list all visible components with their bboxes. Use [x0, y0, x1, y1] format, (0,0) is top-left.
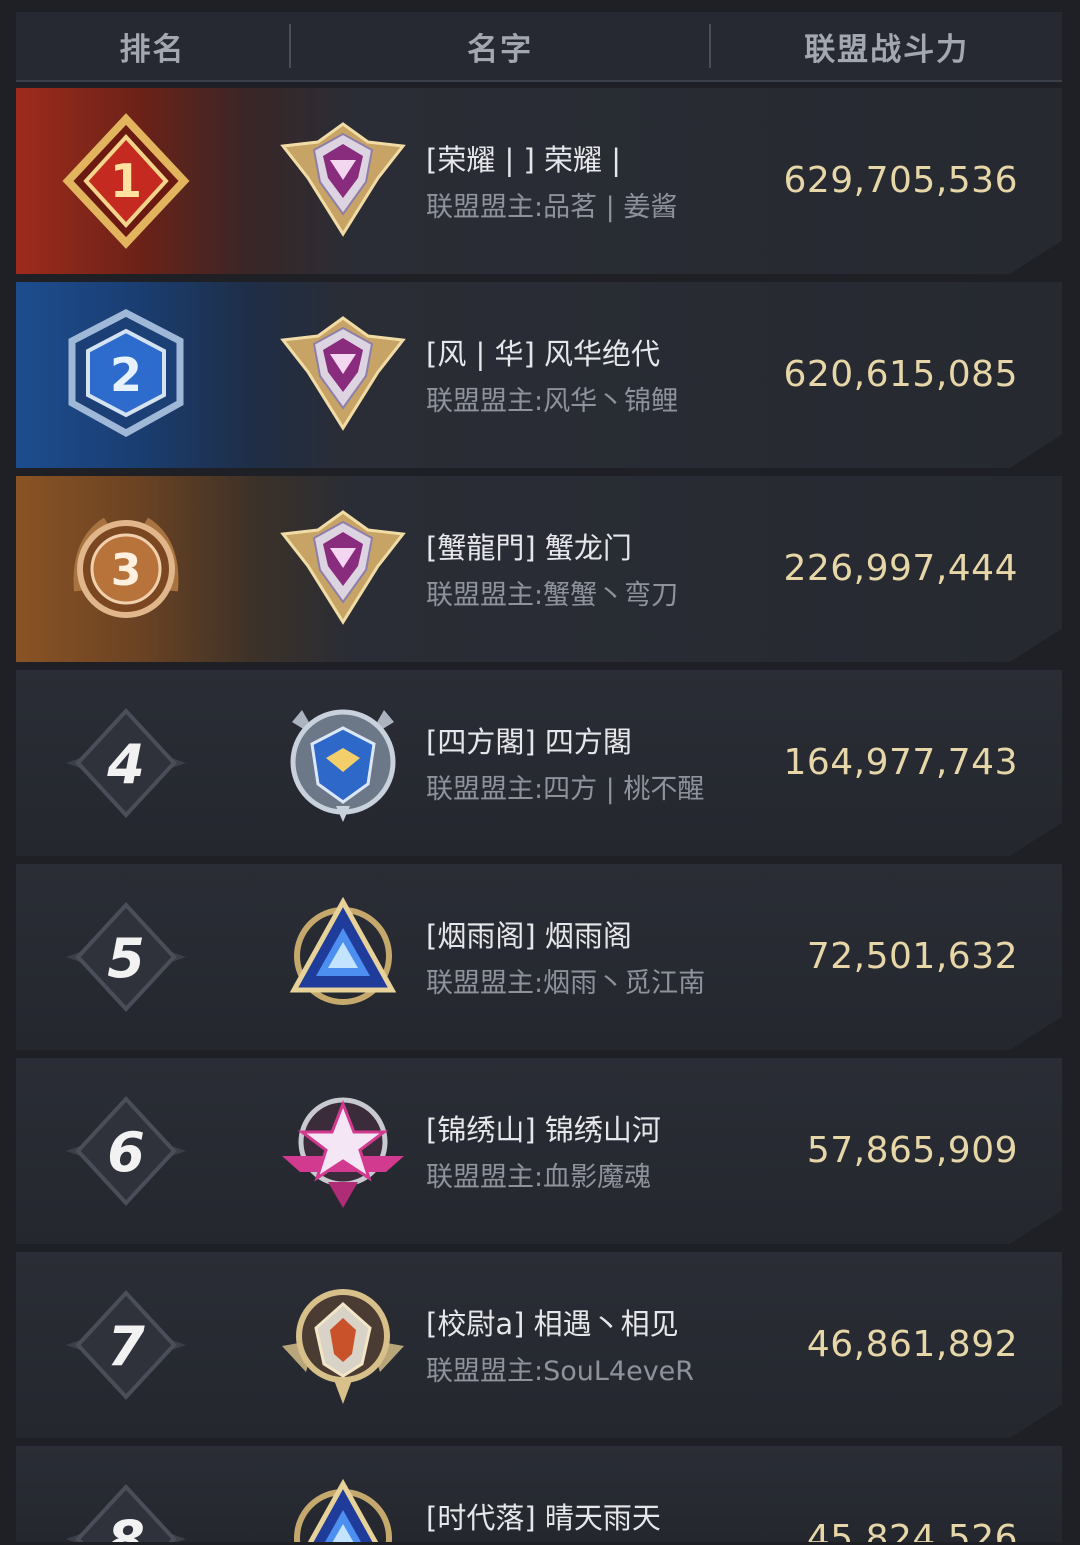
table-row[interactable]: 2 [风 | 华] 风华绝代 联盟盟主:风华丶锦鲤 620,615,085 [16, 282, 1062, 468]
table-row[interactable]: 1 [荣耀 | ] 荣耀 | 联盟盟主:品茗 | 姜酱 629,705,536 [16, 88, 1062, 274]
alliance-name: [时代落] 晴天雨天 [426, 1501, 661, 1535]
alliance-name: [风 | 华] 风华绝代 [426, 337, 661, 371]
rank-number: 8 [107, 1509, 145, 1542]
alliance-leader: 联盟盟主:蟹蟹丶弯刀 [426, 580, 679, 611]
rank-7-badge-icon: 7 [56, 1275, 196, 1415]
wolf-crest-icon [278, 1280, 408, 1410]
alliance-power: 620,615,085 [783, 354, 1018, 395]
name-column-header[interactable]: 名字 [291, 12, 709, 80]
rank-number: 5 [107, 927, 145, 990]
diamond-crest-icon [278, 310, 408, 440]
alliance-power: 57,865,909 [806, 1130, 1018, 1171]
diamond-crest-icon [278, 504, 408, 634]
alliance-leader: 联盟盟主:四方 | 桃不醒 [426, 774, 705, 805]
alliance-name: [荣耀 | ] 荣耀 | [426, 143, 622, 177]
alliance-name: [烟雨阁] 烟雨阁 [426, 919, 632, 953]
rank-number: 2 [110, 348, 142, 402]
alliance-info: [蟹龍門] 蟹龙门 联盟盟主:蟹蟹丶弯刀 [426, 528, 786, 616]
rank-8-badge-icon: 8 [56, 1469, 196, 1542]
alliance-leader: 联盟盟主:风华丶锦鲤 [426, 386, 679, 417]
table-row[interactable]: 3 [蟹龍門] 蟹龙门 联盟盟主:蟹蟹丶弯刀 226,997,444 [16, 476, 1062, 662]
alliance-info: [校尉a] 相遇丶相见 联盟盟主:SouL4eveR [426, 1304, 786, 1392]
table-row[interactable]: 6 [锦绣山] 锦绣山河 联盟盟主:血影魔魂 57,865,909 [16, 1058, 1062, 1244]
blue-triangle-crest-icon [278, 892, 408, 1022]
table-row[interactable]: 4 [四方閣] 四方閣 联盟盟主:四方 | 桃不醒 164,977,743 [16, 670, 1062, 856]
rank-1-medal-icon: 1 [56, 111, 196, 251]
alliance-power: 72,501,632 [806, 936, 1018, 977]
rank-5-badge-icon: 5 [56, 887, 196, 1027]
alliance-leader: 联盟盟主:品茗 | 姜酱 [426, 192, 678, 223]
blue-triangle-crest-icon [278, 1474, 408, 1542]
power-column-header[interactable]: 联盟战斗力 [711, 12, 1062, 80]
rank-number: 3 [111, 545, 142, 596]
rank-2-medal-icon: 2 [56, 305, 196, 445]
alliance-info: [时代落] 晴天雨天 [426, 1498, 786, 1538]
alliance-name: [锦绣山] 锦绣山河 [426, 1113, 661, 1147]
alliance-power: 45,824,526 [806, 1518, 1018, 1542]
rank-column-header[interactable]: 排名 [16, 12, 289, 80]
alliance-power: 164,977,743 [783, 742, 1018, 783]
diamond-crest-icon [278, 116, 408, 246]
pink-star-crest-icon [278, 1086, 408, 1216]
rank-6-badge-icon: 6 [56, 1081, 196, 1221]
table-header: 排名 名字 联盟战斗力 [16, 12, 1062, 82]
alliance-info: [烟雨阁] 烟雨阁 联盟盟主:烟雨丶觅江南 [426, 916, 786, 1004]
rank-4-badge-icon: 4 [56, 693, 196, 833]
table-row[interactable]: 7 [校尉a] 相遇丶相见 联盟盟主:SouL4eveR 46,861,892 [16, 1252, 1062, 1438]
blue-shield-crest-icon [278, 698, 408, 828]
alliance-leaderboard: 排名 名字 联盟战斗力 1 [荣耀 |] 荣耀 | 联盟盟主:品茗 | 姜酱 … [0, 0, 1080, 1545]
alliance-info: [四方閣] 四方閣 联盟盟主:四方 | 桃不醒 [426, 722, 786, 810]
alliance-power: 46,861,892 [806, 1324, 1018, 1365]
alliance-power: 629,705,536 [783, 160, 1018, 201]
alliance-leader: 联盟盟主:血影魔魂 [426, 1162, 652, 1193]
rank-number: 6 [107, 1121, 145, 1184]
alliance-name: [校尉a] 相遇丶相见 [426, 1307, 679, 1341]
table-row[interactable]: 8 [时代落] 晴天雨天 45,824,526 [16, 1446, 1062, 1542]
leaderboard-list: 1 [荣耀 | ] 荣耀 | 联盟盟主:品茗 | 姜酱 629,705,536 [16, 88, 1062, 1545]
alliance-leader: 联盟盟主:烟雨丶觅江南 [426, 968, 706, 999]
alliance-info: [锦绣山] 锦绣山河 联盟盟主:血影魔魂 [426, 1110, 786, 1198]
alliance-info: [风 | 华] 风华绝代 联盟盟主:风华丶锦鲤 [426, 334, 786, 422]
alliance-name: [蟹龍門] 蟹龙门 [426, 531, 632, 565]
rank-number: 4 [106, 733, 145, 796]
rank-3-medal-icon: 3 [56, 499, 196, 639]
alliance-info: [荣耀 | ] 荣耀 | 联盟盟主:品茗 | 姜酱 [426, 140, 786, 228]
rank-number: 1 [110, 154, 142, 208]
table-row[interactable]: 5 [烟雨阁] 烟雨阁 联盟盟主:烟雨丶觅江南 72,501,632 [16, 864, 1062, 1050]
alliance-leader: 联盟盟主:SouL4eveR [426, 1356, 695, 1387]
alliance-power: 226,997,444 [783, 548, 1018, 589]
alliance-name: [四方閣] 四方閣 [426, 725, 632, 759]
rank-number: 7 [107, 1315, 145, 1378]
